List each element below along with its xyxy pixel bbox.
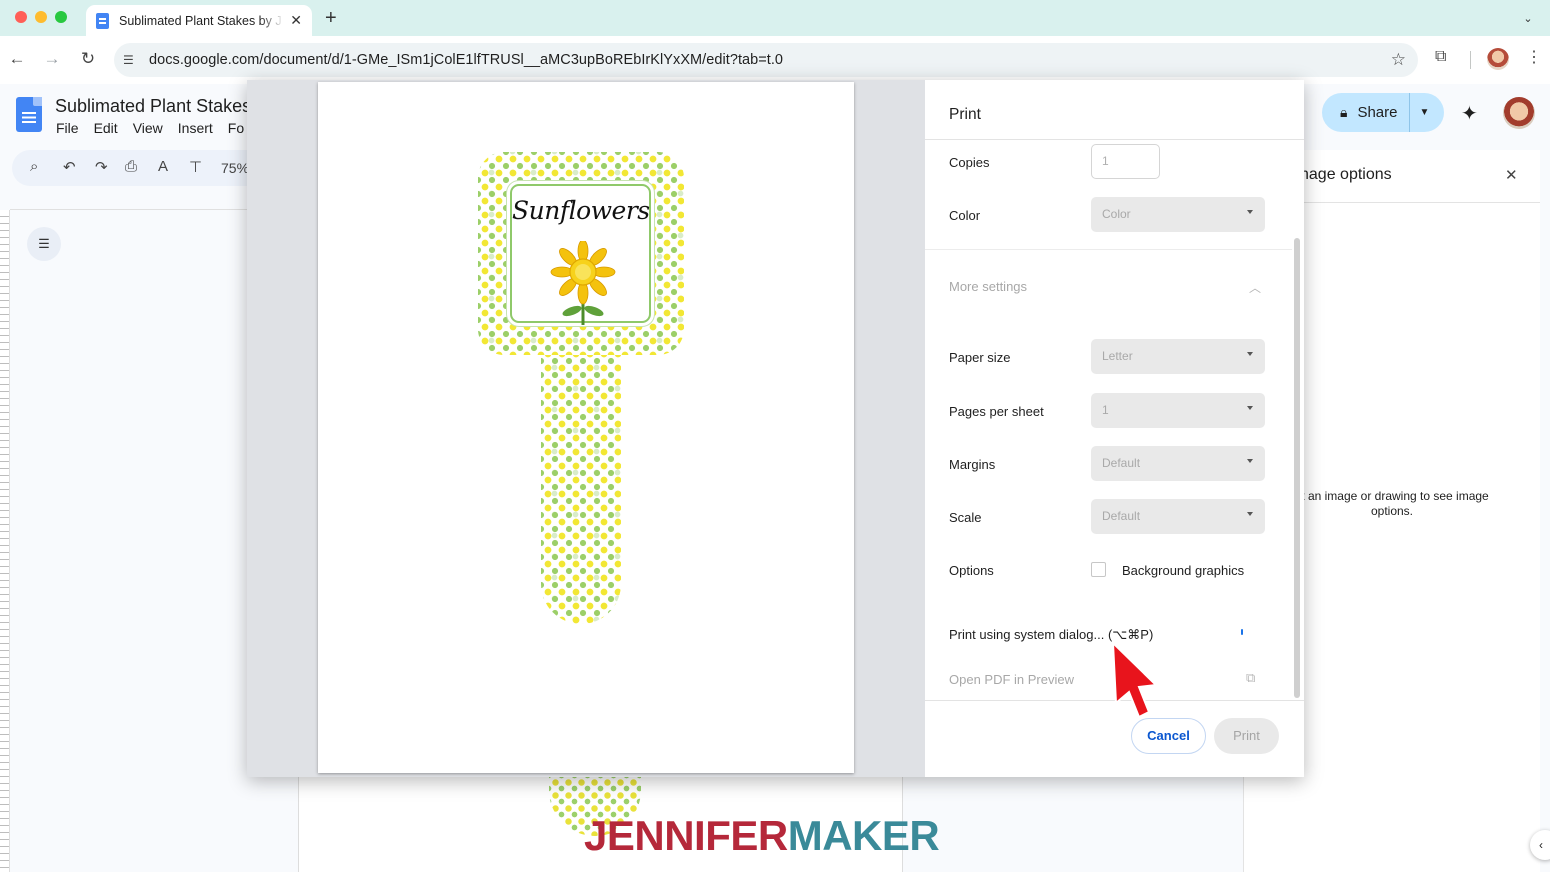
panel-title: nage options	[1300, 166, 1392, 183]
tab-title: Sublimated Plant Stakes by J	[119, 13, 282, 28]
preview-page: Sunflowers	[318, 82, 854, 773]
settings-divider	[925, 249, 1292, 250]
close-icon[interactable]: ✕	[1505, 166, 1518, 184]
toolbar-separator	[10, 209, 250, 210]
watermark-part-2: MAKER	[787, 812, 940, 859]
spellcheck-icon[interactable]: A	[158, 158, 168, 175]
watermark-logo: JENNIFERMAKER	[584, 812, 940, 860]
caret-down-icon	[1247, 459, 1253, 463]
pages-per-sheet-label: Pages per sheet	[949, 404, 1044, 419]
external-link-icon: ⧉	[1246, 670, 1256, 685]
chevron-up-icon[interactable]: ︿	[1249, 279, 1261, 296]
color-select-value: Color	[1102, 207, 1131, 221]
pages-per-sheet-value: 1	[1102, 403, 1109, 417]
margins-select[interactable]: Default	[1091, 446, 1265, 481]
print-preview: Sunflowers	[247, 80, 925, 777]
forward-arrow-icon[interactable]: →	[41, 49, 63, 69]
window-close-button[interactable]	[15, 11, 27, 23]
margins-value: Default	[1102, 456, 1141, 470]
open-pdf-link[interactable]: Open PDF in Preview	[949, 672, 1074, 687]
options-label: Options	[949, 563, 994, 578]
label-card: Sunflowers	[510, 184, 651, 325]
scrollbar-thumb[interactable]	[1294, 238, 1300, 698]
sunflower-icon	[550, 241, 616, 325]
menu-view[interactable]: View	[133, 120, 163, 136]
share-dropdown-icon[interactable]: ▼	[1419, 107, 1429, 118]
profile-avatar[interactable]	[1487, 48, 1509, 70]
window-zoom-button[interactable]	[55, 11, 67, 23]
docs-logo-icon[interactable]	[16, 97, 42, 132]
color-label: Color	[949, 208, 981, 223]
share-divider	[1409, 93, 1411, 132]
tab-search-icon[interactable]: ⌄	[1516, 6, 1540, 30]
tab-close-icon[interactable]: ✕	[290, 12, 302, 29]
document-title[interactable]: Sublimated Plant Stakes	[55, 96, 251, 117]
extensions-icon[interactable]: ⧉	[1435, 48, 1446, 66]
paint-format-icon[interactable]: ⊤	[189, 158, 202, 176]
panel-hint: ct an image or drawing to see image opti…	[1295, 489, 1489, 518]
caret-down-icon	[1247, 512, 1253, 516]
browser-tab[interactable]: Sublimated Plant Stakes by J ✕	[86, 5, 312, 36]
window-minimize-button[interactable]	[35, 11, 47, 23]
docs-menubar: File Edit View Insert Fo	[56, 120, 244, 136]
toolbar-divider	[1470, 51, 1471, 69]
redo-icon[interactable]: ↷	[95, 158, 108, 176]
watermark-part-1: JENNIFER	[584, 812, 788, 859]
site-info-icon[interactable]: ☰	[123, 53, 139, 67]
star-icon[interactable]: ☆	[1391, 50, 1406, 70]
browser-tab-strip: Sublimated Plant Stakes by J ✕ + ⌄	[0, 0, 1550, 36]
paper-size-select[interactable]: Letter	[1091, 339, 1265, 374]
background-graphics-checkbox[interactable]	[1091, 562, 1106, 577]
kebab-menu-icon[interactable]: ⋮	[1526, 47, 1542, 67]
caret-down-icon	[1247, 406, 1253, 410]
back-arrow-icon[interactable]: ←	[6, 49, 28, 69]
docs-favicon-icon	[96, 12, 109, 29]
scale-select[interactable]: Default	[1091, 499, 1265, 534]
cancel-button[interactable]: Cancel	[1131, 718, 1206, 754]
menu-file[interactable]: File	[56, 120, 79, 136]
color-select[interactable]: Color	[1091, 197, 1265, 232]
share-label: Share	[1357, 104, 1398, 121]
scale-label: Scale	[949, 510, 982, 525]
printer-icon[interactable]: ⎙	[125, 158, 137, 175]
label-text: Sunflowers	[512, 196, 650, 225]
plant-stake-preview: Sunflowers	[478, 152, 684, 624]
scale-value: Default	[1102, 509, 1141, 523]
background-graphics-label[interactable]: Background graphics	[1122, 563, 1244, 578]
menu-insert[interactable]: Insert	[178, 120, 213, 136]
url-text[interactable]: docs.google.com/document/d/1-GMe_ISm1jCo…	[149, 52, 783, 68]
zoom-select[interactable]: 75%	[221, 160, 249, 176]
browser-toolbar: ← → ↻ ☰ docs.google.com/document/d/1-GMe…	[0, 36, 1550, 84]
red-arrow-pointer-icon	[1111, 640, 1159, 719]
menu-format[interactable]: Fo	[228, 120, 244, 136]
stake-head: Sunflowers	[478, 152, 684, 355]
paper-size-value: Letter	[1102, 349, 1133, 363]
lock-icon: 🔒︎	[1340, 104, 1348, 120]
search-icon[interactable]: ⌕	[30, 158, 38, 175]
stake-stem	[541, 347, 621, 624]
copies-input[interactable]: 1	[1091, 144, 1160, 179]
settings-divider	[925, 139, 1304, 140]
copies-label: Copies	[949, 155, 990, 170]
paper-size-label: Paper size	[949, 350, 1011, 365]
share-button[interactable]: 🔒︎ Share ▼	[1322, 93, 1444, 132]
caret-down-icon	[1247, 352, 1253, 356]
gemini-icon[interactable]: ✦	[1461, 101, 1478, 126]
account-avatar[interactable]	[1503, 97, 1535, 129]
reload-icon[interactable]: ↻	[77, 49, 99, 69]
caret-down-icon	[1247, 210, 1253, 214]
print-button[interactable]: Print	[1214, 718, 1279, 754]
undo-icon[interactable]: ↶	[63, 158, 76, 176]
pages-per-sheet-select[interactable]: 1	[1091, 393, 1265, 428]
loading-spinner-icon	[1241, 629, 1243, 635]
more-settings-toggle[interactable]: More settings	[949, 279, 1027, 294]
vertical-ruler	[0, 210, 10, 872]
document-outline-icon[interactable]: ☰	[27, 227, 61, 261]
margins-label: Margins	[949, 457, 996, 472]
menu-edit[interactable]: Edit	[94, 120, 118, 136]
print-title: Print	[949, 106, 981, 123]
address-bar[interactable]: ☰ docs.google.com/document/d/1-GMe_ISm1j…	[114, 43, 1418, 77]
new-tab-icon[interactable]: +	[325, 7, 337, 30]
